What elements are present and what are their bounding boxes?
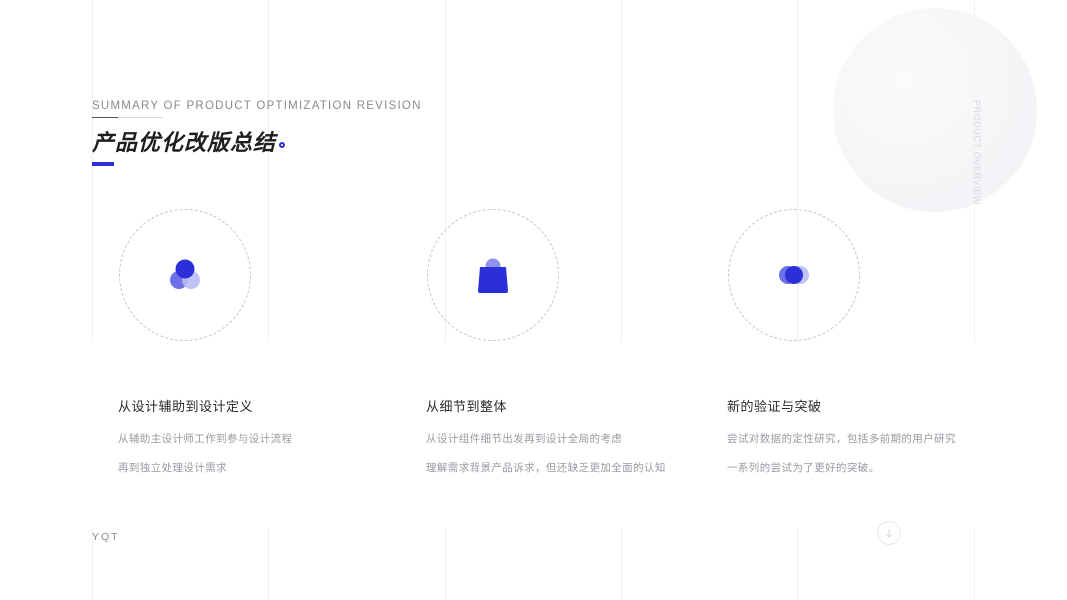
card-text-line: 再到独立处理设计需求 [118, 462, 227, 474]
grid-line [797, 528, 798, 600]
subtitle-rule-light [118, 117, 163, 118]
overlapping-circles-icon [774, 255, 814, 295]
side-vertical-label: PRODUCT OVERVIEW [972, 100, 982, 205]
card-text-line: 从设计组件细节出发再到设计全局的考虑 [426, 433, 623, 445]
subtitle-rule [92, 117, 118, 118]
card-title-new-validation: 新的验证与突破 [727, 400, 822, 415]
decorative-background-circle [833, 8, 1037, 212]
title-dot-icon [279, 142, 285, 148]
card-text-line: 尝试对数据的定性研究，包括多前期的用户研究 [727, 433, 956, 445]
card-text-line: 一系列的尝试为了更好的突破。 [727, 462, 880, 474]
card-title-design-definition: 从设计辅助到设计定义 [118, 400, 254, 415]
grid-line [445, 528, 446, 600]
title-accent-bar [92, 162, 114, 166]
grid-line [621, 528, 622, 600]
card-text-line: 理解需求背景产品诉求，但还缺乏更加全面的认知 [426, 462, 666, 474]
grid-line [621, 0, 622, 342]
card-title-detail-to-whole: 从细节到整体 [426, 400, 508, 415]
arrow-down-icon [885, 529, 893, 538]
grid-line [92, 0, 93, 342]
shopping-bag-icon [473, 255, 513, 295]
footer-brand: YQT [92, 531, 120, 543]
card-text-line: 从辅助主设计师工作到参与设计流程 [118, 433, 293, 445]
three-circles-icon [165, 255, 205, 295]
grid-line [268, 0, 269, 342]
scroll-down-button[interactable] [877, 521, 901, 545]
grid-line [268, 528, 269, 600]
page-title: 产品优化改版总结 [92, 131, 277, 156]
page-subtitle: SUMMARY OF PRODUCT OPTIMIZATION REVISION [92, 100, 422, 112]
grid-line [974, 528, 975, 600]
